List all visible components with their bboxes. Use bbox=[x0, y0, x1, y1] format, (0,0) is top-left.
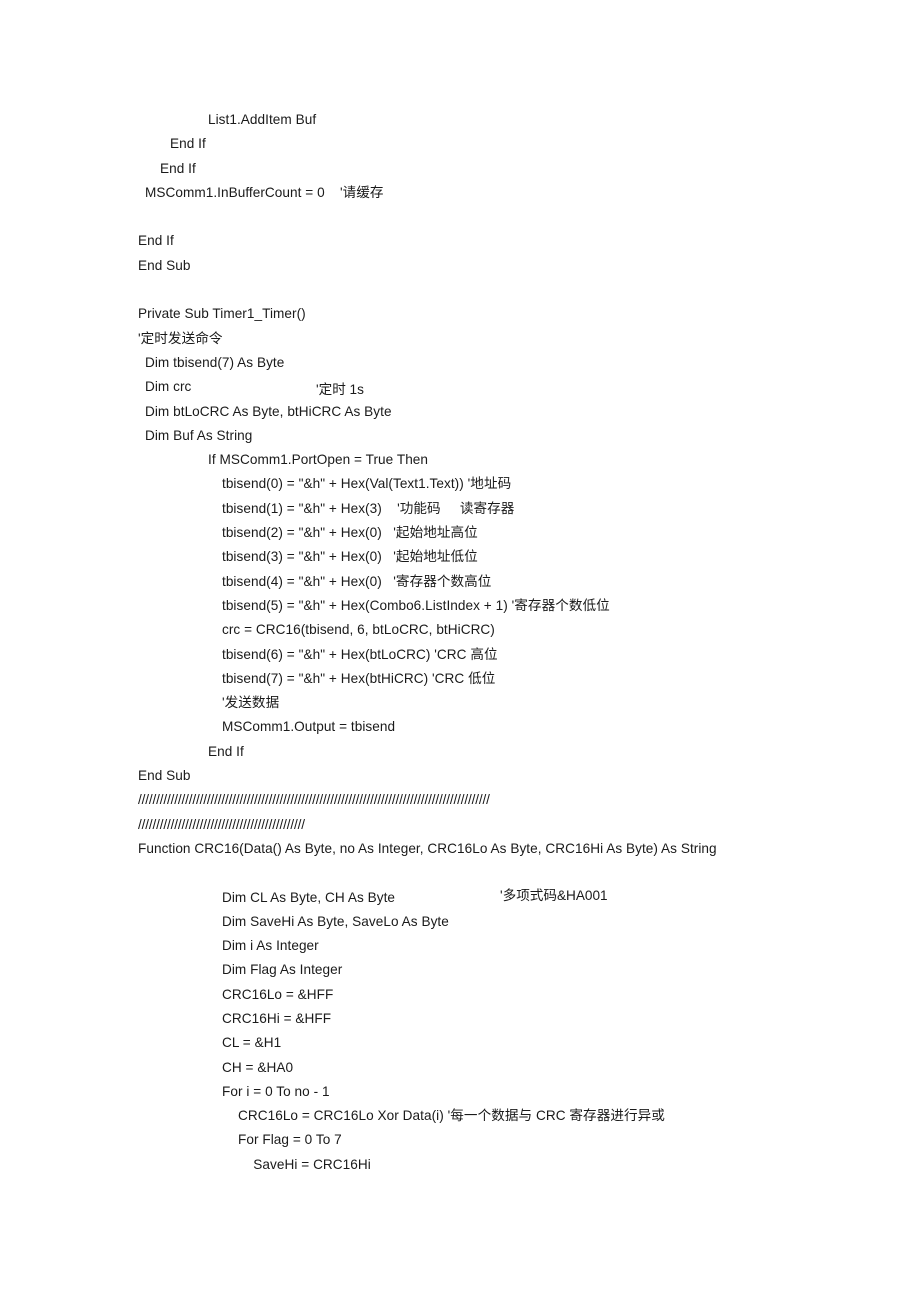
code-line: tbisend(1) = "&h" + Hex(3) '功能码 读寄存器 bbox=[222, 500, 515, 516]
code-line: Dim SaveHi As Byte, SaveLo As Byte bbox=[222, 913, 449, 929]
code-line: Dim btLoCRC As Byte, btHiCRC As Byte bbox=[145, 403, 392, 419]
code-line: End If bbox=[138, 233, 174, 249]
code-line: '定时发送命令 bbox=[138, 330, 223, 346]
code-line: tbisend(6) = "&h" + Hex(btLoCRC) 'CRC 高位 bbox=[222, 646, 498, 662]
code-line: '发送数据 bbox=[222, 695, 280, 711]
code-line: tbisend(7) = "&h" + Hex(btHiCRC) 'CRC 低位 bbox=[222, 670, 496, 686]
code-line: Dim tbisend(7) As Byte bbox=[145, 354, 285, 370]
code-line: SaveHi = CRC16Hi bbox=[238, 1156, 371, 1172]
code-line: tbisend(3) = "&h" + Hex(0) '起始地址低位 bbox=[222, 549, 478, 565]
inline-comment: '定时 1s bbox=[316, 382, 364, 397]
code-line: Private Sub Timer1_Timer() bbox=[138, 306, 306, 322]
code-line: CH = &HA0 bbox=[222, 1059, 294, 1075]
code-line: MSComm1.Output = tbisend bbox=[222, 719, 396, 735]
code-line: End Sub bbox=[138, 257, 191, 273]
code-line: Dim Flag As Integer bbox=[222, 962, 343, 978]
document-page: List1.AddItem Buf End If End If MSComm1.InB… bbox=[0, 0, 920, 1302]
code-line: If MSComm1.PortOpen = True Then bbox=[208, 452, 429, 468]
separator-line-long: ////////////////////////////////////////… bbox=[138, 792, 490, 808]
code-line: Dim crc bbox=[145, 379, 192, 395]
code-line: For i = 0 To no - 1 bbox=[222, 1083, 330, 1099]
inline-comment: '多项式码&HA001 bbox=[500, 888, 608, 903]
code-line: List1.AddItem Buf bbox=[208, 112, 317, 127]
code-line: CL = &H1 bbox=[222, 1035, 282, 1051]
code-line: MSComm1.InBufferCount = 0 '请缓存 bbox=[145, 184, 384, 200]
code-line: tbisend(5) = "&h" + Hex(Combo6.ListIndex… bbox=[222, 597, 610, 613]
code-line: End If bbox=[160, 160, 196, 176]
code-line: CRC16Lo = CRC16Lo Xor Data(i) '每一个数据与 CR… bbox=[238, 1108, 665, 1124]
code-line: Dim i As Integer bbox=[222, 938, 319, 954]
code-line: End If bbox=[170, 136, 206, 152]
code-listing: List1.AddItem Buf End If End If MSComm1.InB… bbox=[138, 108, 858, 1177]
separator-line-short: ////////////////////////////////////////… bbox=[138, 816, 305, 832]
code-line: CRC16Lo = &HFF bbox=[222, 986, 334, 1002]
code-line: tbisend(0) = "&h" + Hex(Val(Text1.Text))… bbox=[222, 476, 512, 492]
code-line: CRC16Hi = &HFF bbox=[222, 1010, 332, 1026]
code-line: Dim Buf As String bbox=[145, 427, 253, 443]
code-line: tbisend(2) = "&h" + Hex(0) '起始地址高位 bbox=[222, 525, 478, 541]
code-line: For Flag = 0 To 7 bbox=[238, 1132, 342, 1148]
code-line: tbisend(4) = "&h" + Hex(0) '寄存器个数高位 bbox=[222, 573, 492, 589]
code-line: End Sub bbox=[138, 768, 191, 784]
code-line: Function CRC16(Data() As Byte, no As Int… bbox=[138, 840, 717, 856]
code-line: Dim CL As Byte, CH As Byte bbox=[222, 889, 396, 905]
code-line: crc = CRC16(tbisend, 6, btLoCRC, btHiCRC… bbox=[222, 622, 495, 638]
code-line: End If bbox=[208, 743, 244, 759]
